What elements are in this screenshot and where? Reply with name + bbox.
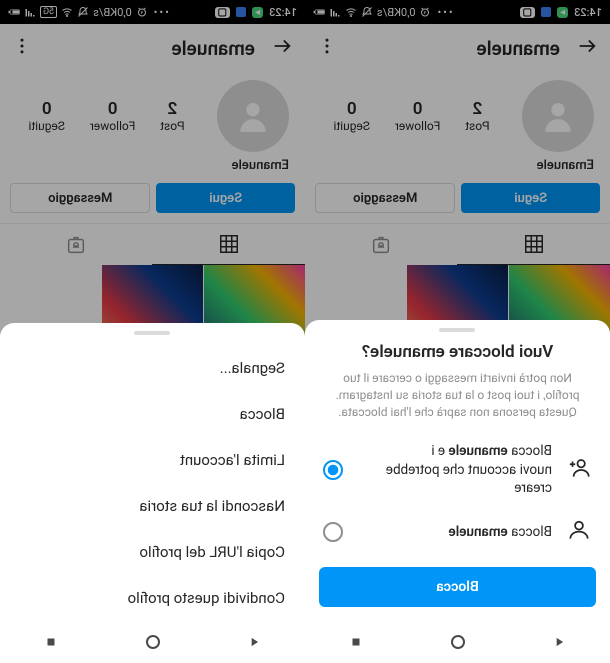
- nav-home-icon[interactable]: [451, 635, 465, 649]
- menu-item-restrict[interactable]: Limita l'account: [0, 437, 305, 483]
- nav-recent-icon[interactable]: [349, 635, 363, 649]
- phone-right: 14:23 ▸ ▢ ••• 0,0KB/s emanuele: [305, 0, 610, 663]
- menu-item-block[interactable]: Blocca: [0, 391, 305, 437]
- block-sheet-description: Non potrà inviarti messaggi o cercare il…: [319, 370, 596, 432]
- radio-selected[interactable]: [323, 460, 343, 480]
- options-sheet: Segnala... Blocca Limita l'account Nasco…: [0, 323, 305, 621]
- sheet-handle[interactable]: [135, 331, 171, 335]
- nav-back-icon[interactable]: [247, 635, 261, 649]
- nav-recent-icon[interactable]: [44, 635, 58, 649]
- menu-item-hide-story[interactable]: Nascondi la tua storia: [0, 483, 305, 529]
- system-nav: [0, 621, 305, 663]
- system-nav: [305, 621, 610, 663]
- block-option-all-accounts[interactable]: Blocca emanuele e i nuovi account che po…: [319, 432, 596, 507]
- person-plus-icon: [566, 455, 592, 485]
- block-confirm-button[interactable]: Blocca: [319, 567, 596, 607]
- block-option2-text: Blocca emanuele: [357, 523, 552, 541]
- menu-item-share[interactable]: Condividi questo profilo: [0, 575, 305, 621]
- block-option1-text: Blocca emanuele e i nuovi account che po…: [357, 442, 552, 497]
- menu-item-copy-url[interactable]: Copia l'URL del profilo: [0, 529, 305, 575]
- menu-item-report[interactable]: Segnala...: [0, 345, 305, 391]
- block-sheet-title: Vuoi bloccare emanuele?: [319, 342, 596, 362]
- block-option-single[interactable]: Blocca emanuele: [319, 507, 596, 557]
- block-sheet: Vuoi bloccare emanuele? Non potrà inviar…: [305, 320, 610, 621]
- nav-back-icon[interactable]: [552, 635, 566, 649]
- radio-unselected[interactable]: [323, 522, 343, 542]
- nav-home-icon[interactable]: [146, 635, 160, 649]
- sheet-handle[interactable]: [440, 328, 476, 332]
- person-icon: [566, 517, 592, 547]
- phone-left: 14:23 ▸ ▢ ••• 0,0KB/s 5G emanuele: [0, 0, 305, 663]
